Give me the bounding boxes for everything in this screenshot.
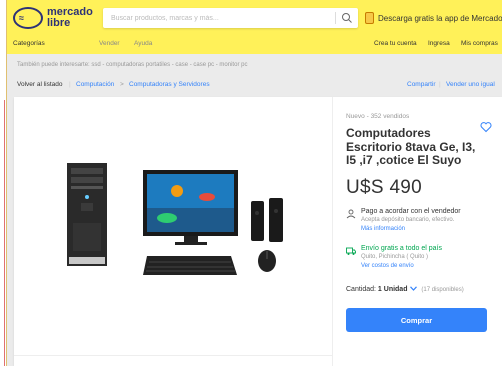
sell-same-link[interactable]: Vender uno igual: [446, 81, 495, 88]
app-promo-text: Descarga gratis la app de Mercado Libre: [378, 13, 502, 23]
card-divider: [332, 97, 333, 366]
product-info: Nuevo - 352 vendidos Computadores Escrit…: [346, 97, 496, 366]
nav-purchases[interactable]: Mis compras: [461, 40, 498, 47]
search-input[interactable]: [111, 11, 331, 25]
breadcrumb-chevron: >: [120, 81, 124, 88]
left-window-edge: [0, 0, 7, 366]
handshake-glyph: ≈: [19, 13, 24, 23]
shipping-title: Envío gratis a todo el país: [361, 245, 442, 252]
product-price: U$S 490: [346, 177, 423, 198]
payment-title: Pago a acordar con el vendedor: [361, 208, 461, 215]
payment-more-info-link[interactable]: Más información: [361, 226, 405, 232]
payment-icon: [346, 209, 356, 219]
also-interested-text: También puede interesarte: ssd - computa…: [17, 62, 248, 68]
logo-text: mercado libre: [47, 7, 93, 29]
nav-help[interactable]: Ayuda: [134, 40, 152, 47]
chevron-down-icon: [410, 286, 418, 291]
handshake-icon: [13, 7, 43, 29]
back-to-list-link[interactable]: Volver al listado: [17, 81, 63, 88]
breadcrumb: Volver al listado | Computación > Comput…: [17, 81, 497, 91]
quantity-label: Cantidad:: [346, 286, 376, 293]
product-image[interactable]: [67, 163, 293, 291]
search-bar: [103, 8, 358, 28]
mouse: [258, 250, 276, 272]
keyboard: [143, 256, 237, 275]
buy-button[interactable]: Comprar: [346, 308, 487, 332]
breadcrumb-separator: |: [69, 81, 71, 88]
monitor: [143, 170, 238, 245]
quantity-value: 1 Unidad: [377, 286, 408, 293]
search-icon[interactable]: [341, 12, 353, 24]
shipping-costs-link[interactable]: Ver costos de envío: [361, 263, 414, 269]
nav-bar: Categorías Vender Ayuda Crea tu cuenta I…: [7, 38, 502, 52]
product-card: Nuevo - 352 vendidos Computadores Escrit…: [14, 97, 502, 366]
mercado-libre-logo[interactable]: ≈ mercado libre: [13, 6, 93, 32]
available-count: (17 disponibles): [421, 287, 464, 293]
payment-detail: Acepta depósito bancario, efectivo.: [361, 217, 455, 223]
phone-icon: [365, 12, 374, 24]
nav-login[interactable]: Ingresa: [428, 40, 450, 47]
card-bottom-divider: [14, 355, 332, 356]
share-link[interactable]: Compartir: [407, 81, 436, 88]
breadcrumb-divider: |: [439, 81, 441, 88]
truck-icon: [346, 247, 356, 255]
quantity-selector[interactable]: Cantidad: 1 Unidad (17 disponibles): [346, 286, 464, 293]
speakers: [251, 198, 283, 242]
pc-tower: [67, 163, 107, 266]
heart-icon[interactable]: [480, 121, 492, 133]
app-download-promo[interactable]: Descarga gratis la app de Mercado Libre: [365, 11, 502, 25]
product-title: Computadores Escritorio 8tava Ge, I3, I5…: [346, 126, 476, 167]
logo-line2: libre: [47, 17, 71, 29]
search-divider: [335, 12, 336, 24]
nav-sell[interactable]: Vender: [99, 40, 120, 47]
shipping-location: Quito, Pichincha ( Quito ): [361, 254, 429, 260]
breadcrumb-computacion[interactable]: Computación: [76, 81, 114, 88]
condition-sold-count: Nuevo - 352 vendidos: [346, 113, 410, 120]
nav-create-account[interactable]: Crea tu cuenta: [374, 40, 417, 47]
breadcrumb-computadoras[interactable]: Computadoras y Servidores: [129, 81, 210, 88]
nav-categories[interactable]: Categorías: [13, 40, 45, 47]
